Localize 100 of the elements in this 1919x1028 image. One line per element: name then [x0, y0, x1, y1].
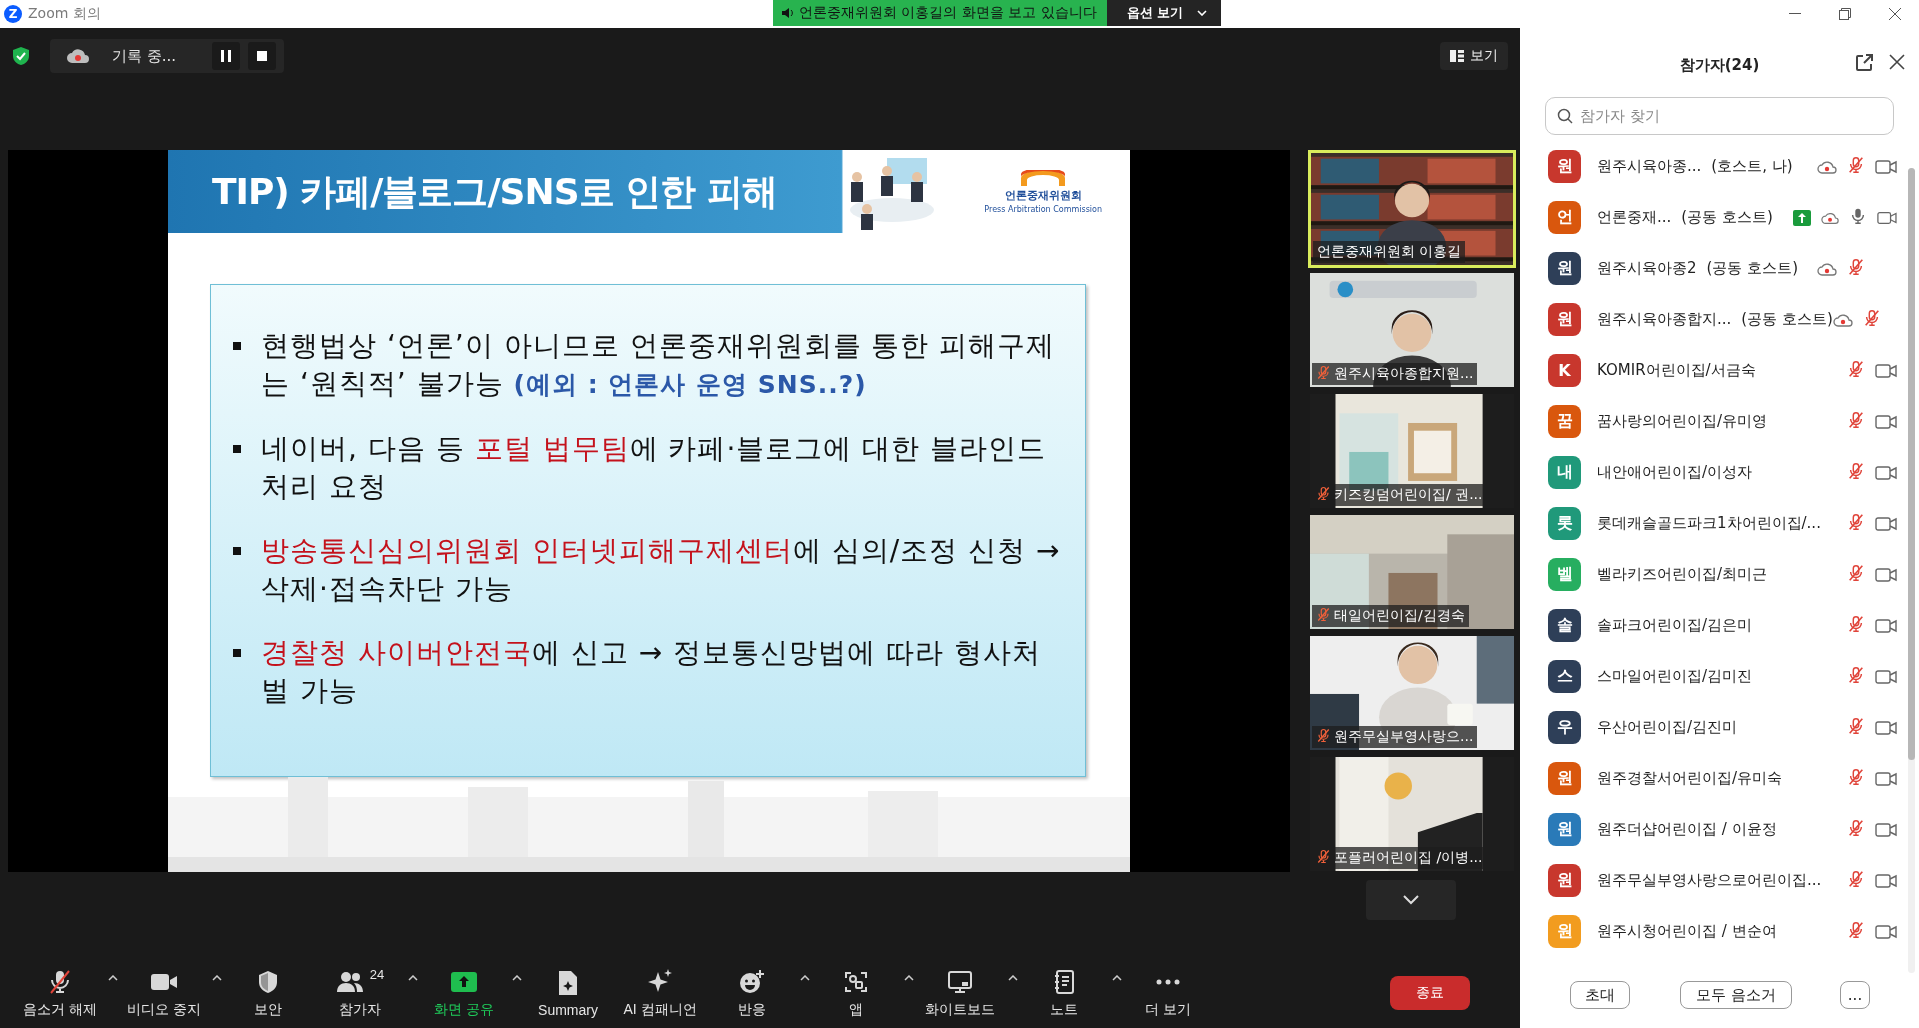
search-field[interactable]: 참가자 찾기 [1545, 97, 1894, 135]
caret-icon[interactable] [512, 975, 522, 981]
video-tile[interactable]: 원주시육아종합지원... [1308, 271, 1516, 389]
whiteboard-icon [947, 970, 973, 994]
participant-name: 태일어린이집/김경숙 [1334, 607, 1465, 625]
toolbar-button[interactable]: 화이트보드 [914, 967, 1018, 1019]
participant-name: 원주더샵어린이집 / 이윤정 [1597, 820, 1777, 839]
mic-muted-icon [1847, 563, 1865, 582]
toolbar-button[interactable]: 화면 공유 [418, 967, 522, 1019]
participant-name: 언론중재... [1597, 208, 1672, 227]
app-logo: Z [4, 5, 22, 23]
close-icon[interactable] [1889, 8, 1901, 20]
logo-name: 언론중재위원회 [1004, 187, 1082, 203]
bullet-mark [233, 649, 241, 657]
window-title: Zoom 회의 [28, 5, 101, 23]
cloud-record-icon [66, 48, 90, 64]
avatar: 원 [1548, 762, 1581, 795]
participant-name: 원주시육아종합지원... [1334, 365, 1474, 383]
avatar: 내 [1548, 456, 1581, 489]
mic-muted-icon [1847, 818, 1865, 837]
bullet-mark [233, 342, 241, 350]
avatar: 원 [1548, 813, 1581, 846]
participant-name: 원주시청어린이집 / 변순여 [1597, 922, 1777, 941]
chevron-down-icon [1197, 10, 1208, 16]
shield-check-icon[interactable] [12, 46, 30, 66]
video-tile[interactable]: 태일어린이집/김경숙 [1308, 513, 1516, 631]
mic-muted-icon [1847, 155, 1865, 174]
screen-share-banner: 언론중재위원회 이홍길의 화면을 보고 있습니다 [773, 0, 1107, 26]
panel-title: 참가자(24) [1679, 55, 1760, 75]
share-screen-icon [450, 971, 478, 993]
avatar: 원 [1548, 864, 1581, 897]
avatar: 벨 [1548, 558, 1581, 591]
logo-subtitle: Press Arbitration Commission [984, 204, 1102, 214]
document-sparkle-icon [557, 970, 579, 996]
scrollbar[interactable] [1908, 168, 1915, 973]
mic-muted-icon [1847, 767, 1865, 786]
mic-muted-icon [1847, 665, 1865, 684]
avatar: 원 [1548, 303, 1581, 336]
invite-button[interactable]: 초대 [1570, 981, 1630, 1009]
participant-name: 원주시육아종합지... [1597, 310, 1732, 329]
view-button[interactable]: 보기 [1440, 42, 1508, 70]
end-button[interactable]: 종료 [1390, 976, 1470, 1010]
mute-all-button[interactable]: 모두 음소거 [1680, 981, 1792, 1009]
recording-status: 기록 중... [112, 46, 177, 66]
mic-muted-icon [48, 969, 72, 995]
toolbar-button[interactable]: 비디오 중지 [118, 967, 222, 1019]
mic-muted-icon [1847, 869, 1865, 888]
caret-icon[interactable] [904, 975, 914, 981]
arch-logo-icon [1019, 169, 1068, 186]
toolbar-button[interactable]: 보안 [222, 967, 314, 1019]
caret-icon[interactable] [1112, 975, 1122, 981]
toolbar-button[interactable]: 더 보기 [1122, 967, 1214, 1019]
mic-muted-icon [1316, 486, 1331, 501]
caret-icon[interactable] [1008, 975, 1018, 981]
restore-icon[interactable] [1839, 8, 1851, 20]
avatar: 원 [1548, 252, 1581, 285]
participant-name: 우산어린이집/김진미 [1597, 718, 1738, 737]
caret-icon[interactable] [800, 975, 810, 981]
participant-name: 꿈사랑의어린이집/유미영 [1597, 412, 1768, 431]
toolbar-button[interactable]: AI 컴패니언 [614, 967, 706, 1019]
participant-name: 언론중재위원회 이홍길 [1317, 243, 1462, 261]
toolbar-button[interactable]: 음소거 해제 [14, 967, 118, 1019]
mic-muted-icon [1847, 512, 1865, 531]
video-tile[interactable]: 키즈킹덤어린이집/ 권... [1308, 392, 1516, 510]
participant-name: 포플러어린이집 /이병... [1334, 849, 1483, 867]
more-button[interactable]: ... [1840, 981, 1870, 1009]
video-tile[interactable]: 포플러어린이집 /이병... [1308, 755, 1516, 873]
emoji-plus-icon [739, 969, 765, 995]
mic-muted-icon [1316, 607, 1331, 622]
view-options-button[interactable]: 옵션 보기 [1106, 0, 1222, 26]
participant-role: (공동 호스트) [1741, 310, 1833, 329]
caret-icon[interactable] [108, 975, 118, 981]
minimize-icon[interactable] [1789, 13, 1801, 15]
toolbar-button[interactable]: Summary [522, 968, 614, 1018]
participant-role: (공동 호스트) [1681, 208, 1773, 227]
chevron-down-icon [1403, 895, 1419, 905]
mic-muted-icon [1847, 410, 1865, 429]
toolbar-button[interactable]: 반응 [706, 967, 810, 1019]
pause-button[interactable] [212, 42, 241, 70]
bullet-text: 현행법상 ‘언론’이 아니므로 언론중재위원회를 통한 피해구제는 ‘원칙적’ 불가능 (예외 : 언론사 운영 SNS..?) [261, 328, 1057, 402]
mic-muted-icon [1316, 728, 1331, 743]
stop-button[interactable] [248, 42, 277, 70]
video-tile[interactable]: 언론중재위원회 이홍길 [1308, 150, 1516, 268]
bullet-text: 경찰청 사이버안전국에 신고 → 정보통신망법에 따라 형사처벌 가능 [261, 635, 1042, 709]
mic-muted-icon [1847, 920, 1865, 939]
toolbar-button[interactable]: 노트 [1018, 967, 1122, 1019]
toolbar-button[interactable]: 앱 [810, 967, 914, 1019]
toolbar-button[interactable]: 24 참가자 [314, 967, 418, 1019]
caret-icon[interactable] [408, 975, 418, 981]
participant-name: 솔파크어린이집/김은미 [1597, 616, 1753, 635]
close-icon[interactable] [1889, 54, 1905, 70]
bullet-mark [233, 445, 241, 453]
participant-role: (공동 호스트) [1706, 259, 1799, 278]
caret-icon[interactable] [212, 975, 222, 981]
participant-name: KOMIR어린이집/서금숙 [1597, 361, 1756, 380]
apps-icon [844, 970, 868, 994]
participant-name: 원주무실부영사랑으로어린이집... [1597, 871, 1822, 890]
pop-out-icon[interactable] [1855, 54, 1873, 72]
mic-muted-icon [1862, 308, 1881, 327]
video-tile[interactable]: 원주무실부영사랑으... [1308, 634, 1516, 752]
